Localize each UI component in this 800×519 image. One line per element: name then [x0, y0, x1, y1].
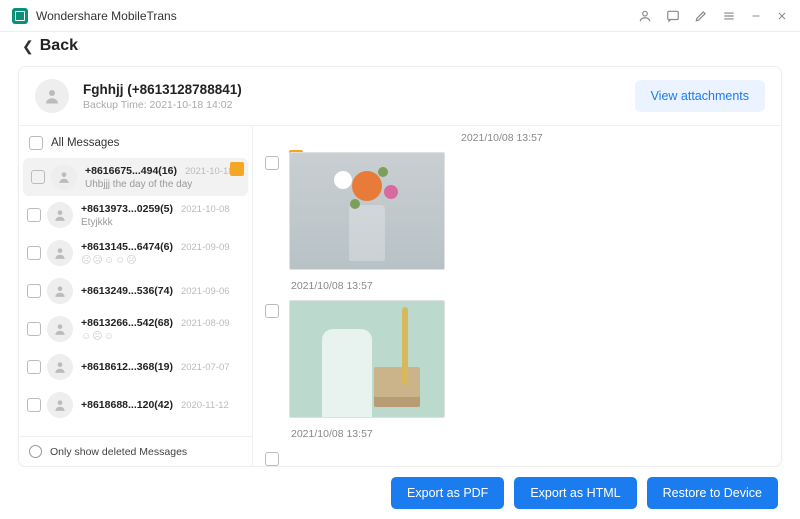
person-icon: [47, 354, 73, 380]
thread-date: 2021-09-06: [181, 286, 230, 297]
chat-icon[interactable]: [666, 9, 680, 23]
thread-preview: Uhbjjj the day of the day: [85, 179, 240, 190]
all-messages-label: All Messages: [51, 137, 119, 149]
thread-preview: ☹☹☺☺☹: [81, 255, 244, 266]
thread-list: +8616675...494(16) 2021-10-18 Uhbjjj the d…: [19, 158, 252, 436]
thread-date: 2021-10-08: [181, 204, 230, 215]
menu-icon[interactable]: [722, 9, 736, 23]
thread-checkbox[interactable]: [31, 170, 45, 184]
thread-preview: Etyjkkk: [81, 217, 244, 228]
sim-badge-icon: [230, 162, 244, 176]
message-row: [261, 444, 773, 466]
body: All Messages +8616675...494(16) 2021-10-1…: [19, 126, 781, 466]
person-icon: [47, 240, 73, 266]
view-attachments-button[interactable]: View attachments: [635, 80, 765, 112]
thread-number: +8613145...6474(6): [81, 241, 173, 253]
app-logo-icon: [12, 8, 28, 24]
person-icon: [47, 392, 73, 418]
thread-checkbox[interactable]: [27, 246, 41, 260]
thread-item[interactable]: +8618612...368(19) 2021-07-07: [19, 348, 252, 386]
thread-checkbox[interactable]: [27, 360, 41, 374]
export-pdf-button[interactable]: Export as PDF: [391, 477, 504, 509]
thread-date: 2021-09-09: [181, 242, 230, 253]
backup-time: Backup Time: 2021-10-18 14:02: [83, 99, 242, 111]
message-row: [261, 148, 773, 274]
only-deleted-radio[interactable]: [29, 445, 42, 458]
all-messages-checkbox[interactable]: [29, 136, 43, 150]
card-header: Fghhjj (+8613128788841) Backup Time: 202…: [19, 67, 781, 126]
thread-checkbox[interactable]: [27, 322, 41, 336]
message-checkbox[interactable]: [265, 304, 279, 318]
user-icon[interactable]: [638, 9, 652, 23]
thread-checkbox[interactable]: [27, 284, 41, 298]
thread-preview: ☺☹☺: [81, 331, 244, 342]
thread-date: 2021-08-09: [181, 318, 230, 329]
minimize-icon[interactable]: [750, 9, 762, 23]
message-pane: 2021/10/08 13:57 2021/10/08 13:57 2021/10/…: [253, 126, 781, 466]
thread-checkbox[interactable]: [27, 398, 41, 412]
message-image[interactable]: [289, 300, 445, 418]
contact-name: Fghhjj (+8613128788841): [83, 82, 242, 97]
thread-item[interactable]: +8613973...0259(5) 2021-10-08 Etyjkkk: [19, 196, 252, 234]
footer: Export as PDF Export as HTML Restore to …: [0, 467, 800, 519]
main-card: Fghhjj (+8613128788841) Backup Time: 202…: [18, 66, 782, 467]
export-html-button[interactable]: Export as HTML: [514, 477, 636, 509]
person-icon: [51, 164, 77, 190]
thread-number: +8616675...494(16): [85, 165, 177, 177]
thread-number: +8618688...120(42): [81, 399, 173, 411]
thread-date: 2020-11-12: [181, 400, 229, 411]
thread-date: 2021-07-07: [181, 362, 230, 373]
thread-number: +8618612...368(19): [81, 361, 173, 373]
thread-number: +8613266...542(68): [81, 317, 173, 329]
message-timestamp: 2021/10/08 13:57: [291, 280, 773, 292]
person-icon: [47, 202, 73, 228]
app-window: Wondershare MobileTrans ❮ Back Fghhjj (+…: [0, 0, 800, 519]
thread-date: 2021-10-18: [185, 166, 234, 177]
message-timestamp: 2021/10/08 13:57: [461, 132, 773, 144]
restore-button[interactable]: Restore to Device: [647, 477, 778, 509]
back-button[interactable]: ❮ Back: [0, 32, 800, 60]
message-image[interactable]: [289, 152, 445, 270]
message-timestamp: 2021/10/08 13:57: [291, 428, 773, 440]
app-title: Wondershare MobileTrans: [36, 9, 177, 23]
thread-item[interactable]: +8613145...6474(6) 2021-09-09 ☹☹☺☺☹: [19, 234, 252, 272]
message-checkbox[interactable]: [265, 452, 279, 466]
message-row: [261, 296, 773, 422]
thread-item[interactable]: +8613266...542(68) 2021-08-09 ☺☹☺: [19, 310, 252, 348]
thread-item[interactable]: +8613249...536(74) 2021-09-06: [19, 272, 252, 310]
edit-icon[interactable]: [694, 9, 708, 23]
thread-item[interactable]: +8616675...494(16) 2021-10-18 Uhbjjj the d…: [23, 158, 248, 196]
titlebar: Wondershare MobileTrans: [0, 0, 800, 32]
chevron-left-icon: ❮: [22, 38, 34, 55]
close-icon[interactable]: [776, 9, 788, 23]
thread-checkbox[interactable]: [27, 208, 41, 222]
only-deleted-row[interactable]: Only show deleted Messages: [19, 436, 252, 466]
thread-number: +8613249...536(74): [81, 285, 173, 297]
only-deleted-label: Only show deleted Messages: [50, 446, 187, 458]
person-icon: [47, 278, 73, 304]
person-icon: [47, 316, 73, 342]
message-checkbox[interactable]: [265, 156, 279, 170]
thread-number: +8613973...0259(5): [81, 203, 173, 215]
all-messages-row[interactable]: All Messages: [19, 126, 252, 158]
contact-avatar-icon: [35, 79, 69, 113]
sidebar: All Messages +8616675...494(16) 2021-10-1…: [19, 126, 253, 466]
thread-item[interactable]: +8618688...120(42) 2020-11-12: [19, 386, 252, 424]
back-label: Back: [40, 37, 78, 55]
